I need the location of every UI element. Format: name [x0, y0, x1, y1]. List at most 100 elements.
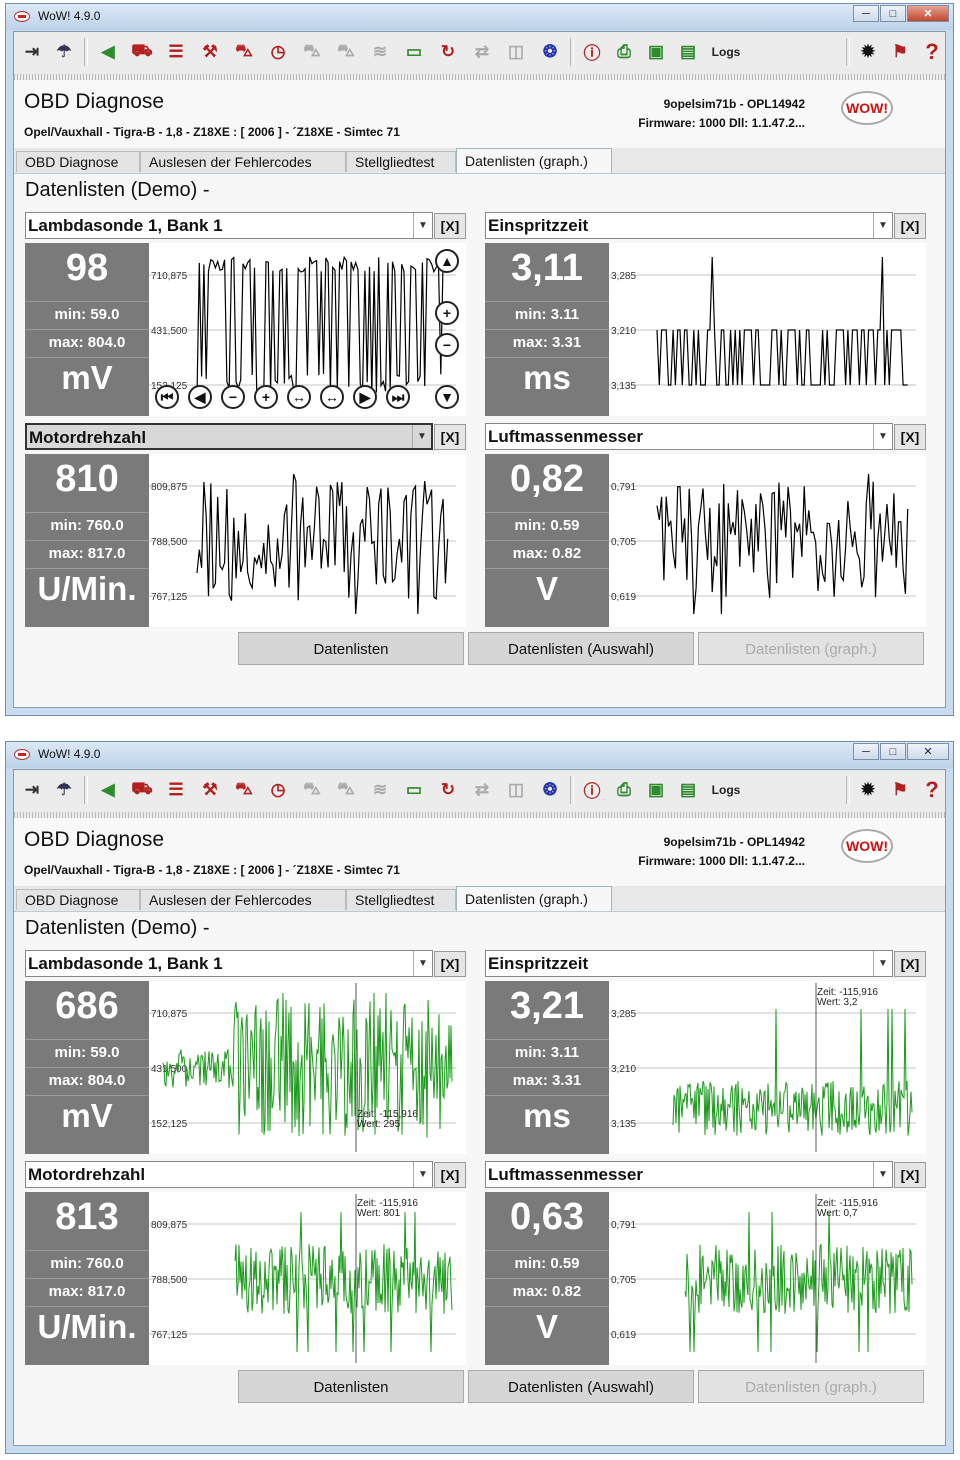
expand-icon[interactable]: ↔	[320, 385, 344, 409]
flash-icon[interactable]: ✹	[854, 775, 882, 804]
sensor-select[interactable]: Einspritzzeit ▼	[485, 212, 893, 239]
clock-icon[interactable]: ◷	[264, 37, 292, 66]
tab-stellgliedtest[interactable]: Stellgliedtest	[346, 889, 456, 910]
list-icon[interactable]: ☰	[162, 775, 190, 804]
stop-icon[interactable]: ⚑	[886, 37, 914, 66]
panel-close-button[interactable]: [X]	[894, 424, 926, 450]
datenlisten-button[interactable]: Datenlisten	[238, 1370, 464, 1403]
vehicle-icon[interactable]: ⛟	[128, 37, 156, 66]
signal-plot[interactable]: 710,875431,500152,125▲+−▼⏮◀−+↔↔▶⏭	[149, 243, 466, 416]
print-icon[interactable]: ⎙	[610, 37, 638, 66]
dropdown-arrow-icon[interactable]: ▼	[873, 213, 892, 238]
sensor-select[interactable]: Einspritzzeit ▼	[485, 950, 893, 977]
tab-datenlisten-graph[interactable]: Datenlisten (graph.)	[456, 886, 612, 911]
help-icon[interactable]: ?	[918, 37, 946, 66]
zoom-in-x-icon[interactable]: +	[254, 385, 278, 409]
panel-close-button[interactable]: [X]	[434, 951, 466, 977]
save-icon[interactable]: ▣	[642, 37, 670, 66]
signal-plot[interactable]: 809,875 788,500 767,125 Zeit: -115,916 Wert:…	[149, 1192, 466, 1365]
refresh-icon[interactable]: ↻	[434, 37, 462, 66]
dropdown-arrow-icon[interactable]: ▼	[413, 951, 432, 976]
tab-obd-diagnose[interactable]: OBD Diagnose	[16, 151, 140, 172]
first-icon[interactable]: ⏮	[155, 385, 179, 409]
vehicle-icon[interactable]: ⛟	[128, 775, 156, 804]
dropdown-arrow-icon[interactable]: ▼	[873, 951, 892, 976]
dropdown-arrow-icon[interactable]: ▼	[413, 1162, 432, 1187]
fit-icon[interactable]: ↔	[287, 385, 311, 409]
minimize-button[interactable]: ─	[853, 743, 879, 760]
signal-plot[interactable]: 710,875 431,500 152,125 Zeit: -115,916 Wert:…	[149, 981, 466, 1154]
zoom-up-icon[interactable]: ▲	[435, 249, 459, 273]
signal-plot[interactable]: 3,285 3,210 3,135 Zeit: -115,916 Wert: 3,2	[609, 981, 926, 1154]
datenlisten-auswahl-button[interactable]: Datenlisten (Auswahl)	[468, 1370, 694, 1403]
panel-close-button[interactable]: [X]	[894, 213, 926, 239]
tool-icon[interactable]: ⚒	[196, 775, 224, 804]
back-icon[interactable]: ◀	[94, 775, 122, 804]
document-icon[interactable]: ▤	[674, 37, 702, 66]
panel-close-button[interactable]: [X]	[894, 1162, 926, 1188]
tool-icon[interactable]: ⚒	[196, 37, 224, 66]
close-button[interactable]: ✕	[907, 743, 949, 760]
panel-close-button[interactable]: [X]	[434, 213, 466, 239]
sensor-select[interactable]: Motordrehzahl ▼	[25, 423, 433, 450]
maximize-button[interactable]: □	[880, 743, 906, 760]
close-button[interactable]: ✕	[907, 5, 949, 22]
tab-obd-diagnose[interactable]: OBD Diagnose	[16, 889, 140, 910]
info-icon[interactable]: ⓘ	[578, 37, 606, 66]
sensor-select[interactable]: Luftmassenmesser ▼	[485, 1161, 893, 1188]
car-lift-icon[interactable]: ☂	[50, 37, 78, 66]
dropdown-arrow-icon[interactable]: ▼	[413, 213, 432, 238]
logs-button[interactable]: Logs	[708, 775, 744, 804]
logs-button[interactable]: Logs	[708, 37, 744, 66]
zoom-in-icon[interactable]: +	[435, 301, 459, 325]
exit-icon[interactable]: ⇥	[18, 775, 46, 804]
prev-icon[interactable]: ◀	[188, 385, 212, 409]
dropdown-arrow-icon[interactable]: ▼	[873, 424, 892, 449]
car-service-icon[interactable]: ⛍	[230, 775, 258, 804]
tab-fehlercodes[interactable]: Auslesen der Fehlercodes	[140, 151, 346, 172]
help-icon[interactable]: ?	[918, 775, 946, 804]
back-icon[interactable]: ◀	[94, 37, 122, 66]
tab-datenlisten-graph[interactable]: Datenlisten (graph.)	[456, 148, 612, 173]
last-icon[interactable]: ⏭	[386, 385, 410, 409]
signal-plot[interactable]: 0,791 0,705 0,619	[609, 454, 926, 627]
next-icon[interactable]: ▶	[353, 385, 377, 409]
sensor-select[interactable]: Lambdasonde 1, Bank 1 ▼	[25, 212, 433, 239]
tab-fehlercodes[interactable]: Auslesen der Fehlercodes	[140, 889, 346, 910]
document-icon[interactable]: ▤	[674, 775, 702, 804]
sensor-select[interactable]: Motordrehzahl ▼	[25, 1161, 433, 1188]
panel-close-button[interactable]: [X]	[434, 424, 466, 450]
laptop-icon[interactable]: ▭	[400, 37, 428, 66]
zoom-down-icon[interactable]: ▼	[435, 385, 459, 409]
dropdown-arrow-icon[interactable]: ▼	[412, 425, 431, 448]
stop-icon[interactable]: ⚑	[886, 775, 914, 804]
save-icon[interactable]: ▣	[642, 775, 670, 804]
car-service-icon[interactable]: ⛍	[230, 37, 258, 66]
flash-icon[interactable]: ✹	[854, 37, 882, 66]
panel-close-button[interactable]: [X]	[894, 951, 926, 977]
info-icon[interactable]: ⓘ	[578, 775, 606, 804]
minimize-button[interactable]: ─	[853, 5, 879, 22]
tab-stellgliedtest[interactable]: Stellgliedtest	[346, 151, 456, 172]
signal-plot[interactable]: 0,791 0,705 0,619 Zeit: -115,916 Wert: 0,7	[609, 1192, 926, 1365]
clock-icon[interactable]: ◷	[264, 775, 292, 804]
maximize-button[interactable]: □	[880, 5, 906, 22]
datenlisten-auswahl-button[interactable]: Datenlisten (Auswahl)	[468, 632, 694, 665]
sensor-select[interactable]: Luftmassenmesser ▼	[485, 423, 893, 450]
network-icon[interactable]: ❂	[536, 37, 564, 66]
signal-plot[interactable]: 809,875 788,500 767,125	[149, 454, 466, 627]
zoom-out-icon[interactable]: −	[435, 333, 459, 357]
datenlisten-button[interactable]: Datenlisten	[238, 632, 464, 665]
print-icon[interactable]: ⎙	[610, 775, 638, 804]
zoom-out-x-icon[interactable]: −	[221, 385, 245, 409]
refresh-icon[interactable]: ↻	[434, 775, 462, 804]
network-icon[interactable]: ❂	[536, 775, 564, 804]
laptop-icon[interactable]: ▭	[400, 775, 428, 804]
exit-icon[interactable]: ⇥	[18, 37, 46, 66]
panel-close-button[interactable]: [X]	[434, 1162, 466, 1188]
dropdown-arrow-icon[interactable]: ▼	[873, 1162, 892, 1187]
car-lift-icon[interactable]: ☂	[50, 775, 78, 804]
sensor-select[interactable]: Lambdasonde 1, Bank 1 ▼	[25, 950, 433, 977]
signal-plot[interactable]: 3,285 3,210 3,135	[609, 243, 926, 416]
list-icon[interactable]: ☰	[162, 37, 190, 66]
